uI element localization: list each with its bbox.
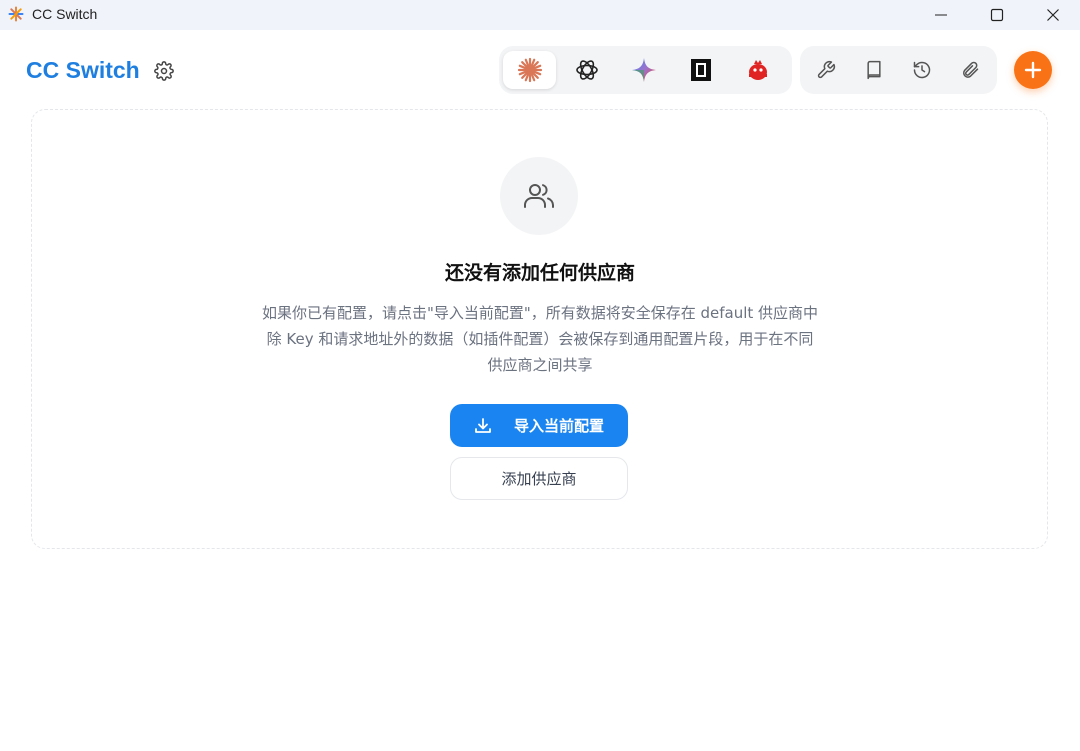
add-provider-button[interactable]: 添加供应商 bbox=[450, 457, 628, 500]
download-icon bbox=[475, 417, 491, 433]
toolbar bbox=[800, 46, 997, 94]
app-tab-claude[interactable] bbox=[503, 51, 556, 89]
maximize-icon bbox=[990, 8, 1004, 22]
description-line: 除 Key 和请求地址外的数据（如插件配置）会被保存到通用配置片段，用于在不同 bbox=[266, 330, 814, 348]
import-config-button[interactable]: 导入当前配置 bbox=[450, 404, 628, 447]
tools-button[interactable] bbox=[802, 51, 850, 89]
window-title: CC Switch bbox=[32, 6, 98, 22]
add-provider-fab[interactable] bbox=[1014, 51, 1052, 89]
empty-state-title: 还没有添加任何供应商 bbox=[444, 262, 635, 284]
app-logo-icon bbox=[8, 6, 24, 22]
description-line: 供应商之间共享 bbox=[487, 356, 593, 374]
import-config-label: 导入当前配置 bbox=[513, 417, 604, 435]
empty-state-illustration bbox=[500, 157, 578, 235]
app-tab-opencode[interactable] bbox=[674, 51, 727, 89]
title-bar: CC Switch bbox=[0, 0, 1080, 30]
settings-button[interactable] bbox=[152, 59, 176, 83]
attachments-button[interactable] bbox=[946, 51, 994, 89]
docs-button[interactable] bbox=[850, 51, 898, 89]
wrench-icon bbox=[817, 60, 836, 79]
maximize-button[interactable] bbox=[969, 0, 1025, 30]
openai-icon bbox=[575, 60, 598, 80]
minimize-button[interactable] bbox=[913, 0, 969, 30]
history-icon bbox=[913, 61, 931, 79]
users-icon bbox=[524, 184, 554, 208]
square-app-icon bbox=[690, 59, 711, 81]
app-tab-openai[interactable] bbox=[560, 51, 613, 89]
empty-state-description: 如果你已有配置，请点击"导入当前配置"，所有数据将安全保存在 default 供… bbox=[230, 300, 850, 378]
history-button[interactable] bbox=[898, 51, 946, 89]
brand-title: CC Switch bbox=[26, 57, 140, 83]
close-button[interactable] bbox=[1025, 0, 1080, 30]
book-icon bbox=[867, 60, 881, 80]
gemini-star-icon bbox=[631, 58, 656, 82]
claude-sparkle-icon bbox=[517, 57, 542, 83]
close-icon bbox=[1047, 9, 1059, 21]
app-switcher bbox=[499, 46, 792, 94]
plus-icon bbox=[1024, 61, 1042, 79]
app-tab-mascot[interactable] bbox=[731, 51, 784, 89]
description-line: 如果你已有配置，请点击"导入当前配置"，所有数据将安全保存在 default 供… bbox=[261, 304, 819, 322]
app-tab-gemini[interactable] bbox=[617, 51, 670, 89]
red-mascot-icon bbox=[748, 60, 767, 80]
add-provider-label: 添加供应商 bbox=[501, 470, 577, 488]
gear-icon bbox=[154, 61, 174, 81]
paperclip-icon bbox=[963, 61, 979, 78]
minimize-icon bbox=[935, 14, 947, 16]
